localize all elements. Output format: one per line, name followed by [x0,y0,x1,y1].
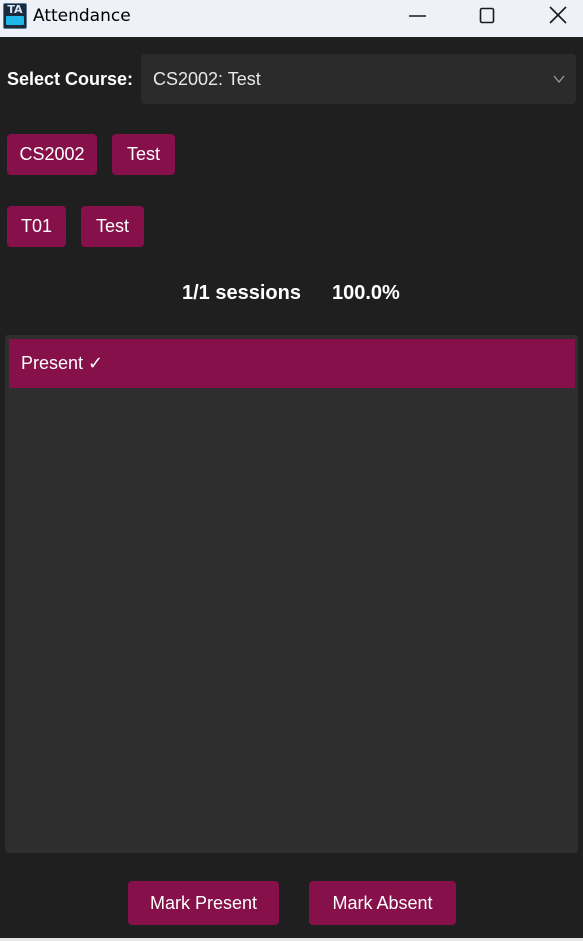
section-name-chip[interactable]: Test [81,206,144,247]
course-code-chip[interactable]: CS2002 [7,134,97,175]
app-icon: TA [3,3,27,29]
section-code-chip[interactable]: T01 [7,206,66,247]
list-item[interactable]: Present ✓ [9,339,575,388]
maximize-button[interactable] [457,0,517,33]
list-item-status: Present ✓ [21,353,104,373]
app-icon-hub-badge [6,16,24,25]
mark-absent-button[interactable]: Mark Absent [309,881,456,925]
title-bar[interactable]: TA Attendance [0,0,583,37]
chevron-down-icon [553,75,565,84]
close-icon [549,6,567,24]
minimize-icon [409,15,426,17]
attendance-list[interactable]: Present ✓ [5,335,578,853]
course-name-chip[interactable]: Test [112,134,175,175]
maximize-icon [479,7,495,24]
minimize-button[interactable] [388,0,448,33]
course-select-value: CS2002: Test [153,69,261,89]
window-title: Attendance [33,6,131,26]
app-icon-text: TA [7,3,23,16]
course-select[interactable]: CS2002: Test [141,54,576,104]
mark-present-button[interactable]: Mark Present [128,881,279,925]
sessions-count: 1/1 sessions [182,282,301,304]
close-button[interactable] [528,0,583,33]
attendance-percent: 100.0% [332,282,400,304]
select-course-label: Select Course: [7,69,134,89]
